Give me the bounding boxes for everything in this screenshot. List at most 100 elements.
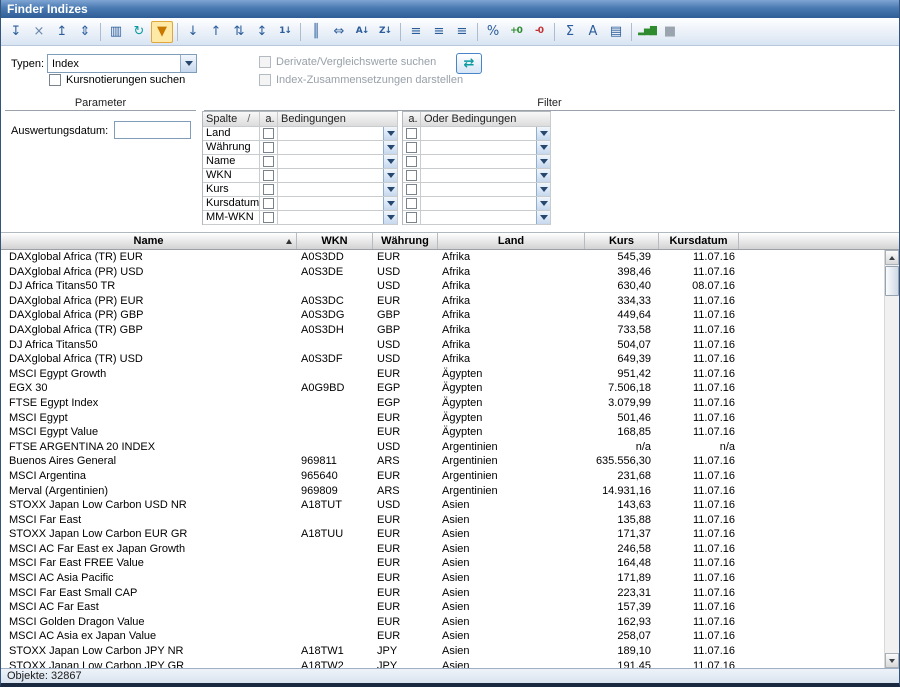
table-row[interactable]: MSCI Argentina965640EURArgentinien231,68… (1, 469, 884, 484)
table-row[interactable]: STOXX Japan Low Carbon JPY GRA18TW2JPYAs… (1, 659, 884, 668)
table-row[interactable]: MSCI EgyptEURÄgypten501,4611.07.16 (1, 411, 884, 426)
sort-toggle-button[interactable]: ⇅ (228, 21, 250, 43)
decimals-remove-button[interactable]: -0 (528, 21, 550, 43)
filter-active-checkbox[interactable] (263, 142, 274, 153)
filter-condition-combo[interactable] (421, 211, 551, 225)
table-row[interactable]: DAXglobal Africa (PR) GBPA0S3DGGBPAfrika… (1, 308, 884, 323)
table-row[interactable]: EGX 30A0G9BDEGPÄgypten7.506,1811.07.16 (1, 381, 884, 396)
refresh-button[interactable]: ↻ (128, 21, 150, 43)
table-row[interactable]: MSCI Far East Small CAPEURAsien223,3111.… (1, 586, 884, 601)
insert-column-button[interactable]: ║ (305, 21, 327, 43)
column-header-kurs[interactable]: Kurs (585, 233, 659, 249)
combo-dropdown-button[interactable] (536, 183, 550, 196)
filter-active-checkbox[interactable] (406, 142, 417, 153)
combo-dropdown-button[interactable] (536, 141, 550, 154)
kursnotierungen-checkbox[interactable] (49, 74, 61, 86)
table-row[interactable]: MSCI Far East FREE ValueEURAsien164,4811… (1, 556, 884, 571)
align-left-button[interactable]: ≡ (405, 21, 427, 43)
table-row[interactable]: DAXglobal Africa (PR) USDA0S3DEUSDAfrika… (1, 265, 884, 280)
combo-dropdown-button[interactable] (383, 211, 397, 224)
combo-dropdown-button[interactable] (536, 155, 550, 168)
table-row[interactable]: MSCI Golden Dragon ValueEURAsien162,9311… (1, 615, 884, 630)
table-row[interactable]: DAXglobal Africa (TR) USDA0S3DFUSDAfrika… (1, 352, 884, 367)
filter-col-aktiv-2[interactable]: a. (403, 112, 421, 127)
filter-col-aktiv-1[interactable]: a. (260, 112, 278, 127)
filter-col-spalte[interactable]: Spalte/ (203, 112, 260, 127)
filter-active-checkbox[interactable] (263, 156, 274, 167)
filter-active-checkbox[interactable] (263, 212, 274, 223)
auswertungsdatum-input[interactable] (114, 121, 191, 139)
column-header-land[interactable]: Land (438, 233, 585, 249)
sort-numeric-button[interactable]: 1↓ (274, 21, 296, 43)
filter-condition-combo[interactable] (421, 169, 551, 183)
filter-active-checkbox[interactable] (263, 198, 274, 209)
rows-button[interactable]: ▤ (605, 21, 627, 43)
table-row[interactable]: MSCI AC Asia PacificEURAsien171,8911.07.… (1, 571, 884, 586)
align-center-button[interactable]: ≡ (428, 21, 450, 43)
column-fit-button[interactable]: ⇔ (328, 21, 350, 43)
table-row[interactable]: STOXX Japan Low Carbon EUR GRA18TUUEURAs… (1, 527, 884, 542)
fit-height-button[interactable]: ⇕ (74, 21, 96, 43)
filter-condition-combo[interactable] (278, 211, 398, 225)
table-row[interactable]: MSCI AC Far East ex Japan GrowthEURAsien… (1, 542, 884, 557)
combo-dropdown-button[interactable] (383, 169, 397, 182)
sort-ascending-button[interactable]: ↑ (205, 21, 227, 43)
filter-active-checkbox[interactable] (406, 170, 417, 181)
table-row[interactable]: DAXglobal Africa (PR) EURA0S3DCEURAfrika… (1, 294, 884, 309)
table-row[interactable]: MSCI Far EastEURAsien135,8811.07.16 (1, 513, 884, 528)
filter-condition-combo[interactable] (278, 183, 398, 197)
table-row[interactable]: MSCI AC Far EastEURAsien157,3911.07.16 (1, 600, 884, 615)
filter-active-checkbox[interactable] (263, 170, 274, 181)
combo-dropdown-button[interactable] (536, 197, 550, 210)
column-header-name[interactable]: Name (1, 233, 297, 249)
table-row[interactable]: MSCI Egypt ValueEURÄgypten168,8511.07.16 (1, 425, 884, 440)
column-resize-button[interactable]: ↕ (251, 21, 273, 43)
combo-dropdown-button[interactable] (383, 127, 397, 140)
filter-condition-combo[interactable] (278, 141, 398, 155)
font-button[interactable]: A (582, 21, 604, 43)
filter-active-checkbox[interactable] (406, 128, 417, 139)
filter-condition-combo[interactable] (421, 155, 551, 169)
table-row[interactable]: Merval (Argentinien)969809ARSArgentinien… (1, 484, 884, 499)
table-row[interactable]: DJ Africa Titans50 TRUSDAfrika630,4008.0… (1, 279, 884, 294)
clear-button[interactable]: × (28, 21, 50, 43)
import-button[interactable]: ↥ (51, 21, 73, 43)
table-row[interactable]: MSCI Egypt GrowthEURÄgypten951,4211.07.1… (1, 367, 884, 382)
table-row[interactable]: STOXX Japan Low Carbon JPY NRA18TW1JPYAs… (1, 644, 884, 659)
table-row[interactable]: FTSE ARGENTINA 20 INDEXUSDArgentinienn/a… (1, 440, 884, 455)
filter-col-bedingungen[interactable]: Bedingungen (278, 112, 398, 127)
filter-condition-combo[interactable] (278, 127, 398, 141)
scrollbar-thumb[interactable] (885, 266, 899, 296)
percent-button[interactable]: % (482, 21, 504, 43)
combo-dropdown-button[interactable] (536, 169, 550, 182)
combo-dropdown-button[interactable] (383, 155, 397, 168)
stop-button[interactable]: ■ (659, 21, 681, 43)
export-down-button[interactable]: ↧ (5, 21, 27, 43)
filter-condition-combo[interactable] (278, 155, 398, 169)
chart-button[interactable]: ▂▅▇ (636, 21, 658, 43)
filter-button[interactable]: ▼ (151, 21, 173, 43)
vertical-scrollbar[interactable] (884, 250, 899, 668)
filter-active-checkbox[interactable] (406, 184, 417, 195)
combo-dropdown-button[interactable] (536, 127, 550, 140)
typen-dropdown-button[interactable] (180, 55, 196, 72)
combo-dropdown-button[interactable] (383, 197, 397, 210)
filter-active-checkbox[interactable] (263, 128, 274, 139)
table-row[interactable]: DAXglobal Africa (TR) EURA0S3DDEURAfrika… (1, 250, 884, 265)
table-row[interactable]: FTSE Egypt IndexEGPÄgypten3.079,9911.07.… (1, 396, 884, 411)
typen-select[interactable]: Index (47, 54, 197, 73)
sort-descending-button[interactable]: ↓ (182, 21, 204, 43)
table-row[interactable]: Buenos Aires General969811ARSArgentinien… (1, 454, 884, 469)
filter-condition-combo[interactable] (421, 183, 551, 197)
combo-dropdown-button[interactable] (383, 141, 397, 154)
filter-condition-combo[interactable] (278, 169, 398, 183)
filter-active-checkbox[interactable] (406, 198, 417, 209)
combo-dropdown-button[interactable] (383, 183, 397, 196)
filter-condition-combo[interactable] (421, 127, 551, 141)
scroll-down-button[interactable] (885, 653, 899, 668)
filter-condition-combo[interactable] (421, 197, 551, 211)
filter-active-checkbox[interactable] (263, 184, 274, 195)
filter-active-checkbox[interactable] (406, 156, 417, 167)
filter-active-checkbox[interactable] (406, 212, 417, 223)
align-right-button[interactable]: ≡ (451, 21, 473, 43)
